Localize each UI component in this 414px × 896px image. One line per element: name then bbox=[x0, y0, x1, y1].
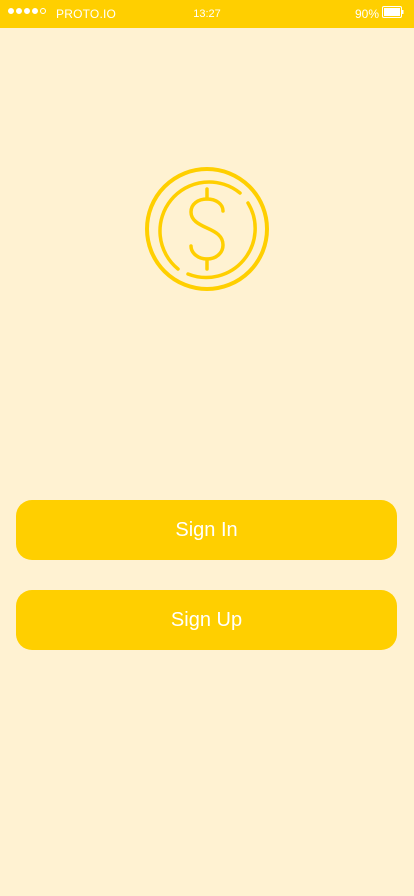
battery-percentage: 90% bbox=[354, 7, 379, 21]
sign-up-button[interactable]: Sign Up bbox=[16, 590, 397, 650]
battery-icon bbox=[382, 6, 404, 18]
status-bar: PROTO.IO 13:27 90% bbox=[0, 0, 414, 28]
status-time: 13:27 bbox=[193, 8, 221, 20]
sign-in-button[interactable]: Sign In bbox=[16, 500, 397, 560]
dollar-coin-icon bbox=[145, 167, 269, 291]
